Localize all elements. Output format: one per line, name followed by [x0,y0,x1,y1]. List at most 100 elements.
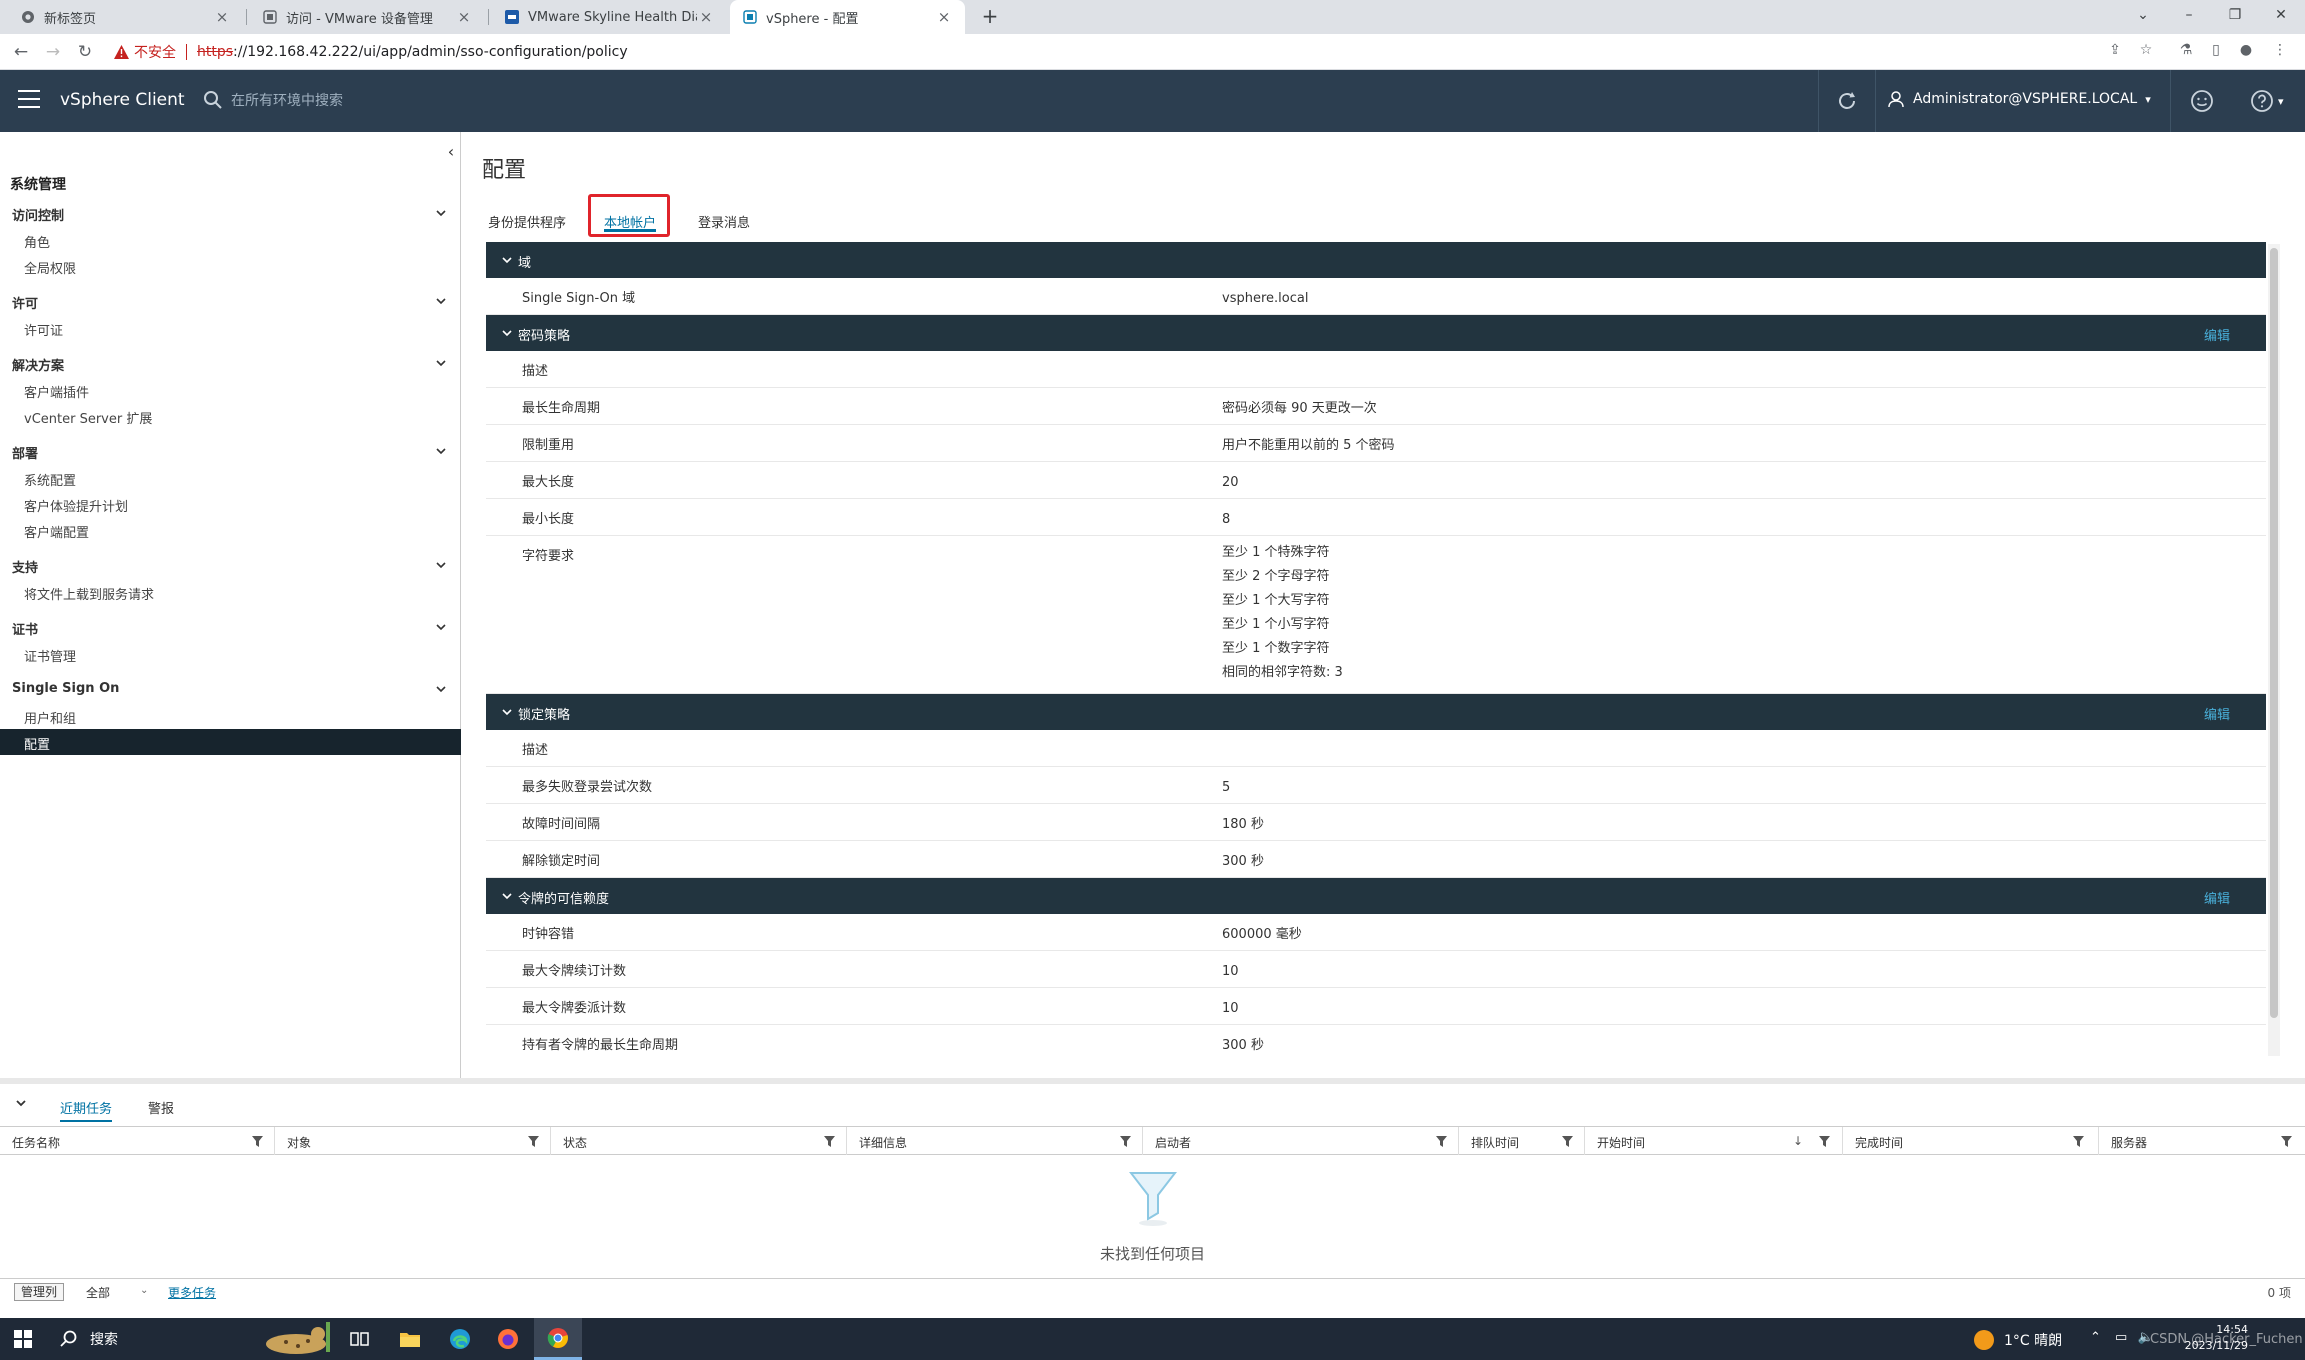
window-close-icon[interactable]: ✕ [2258,0,2304,30]
taskbar-search[interactable]: 搜索 [52,1318,334,1360]
browser-menu-icon[interactable]: ⋮ [2270,42,2290,62]
filter-icon[interactable] [2073,1136,2084,1147]
url-field[interactable]: 不安全 https ://192.168.42.222/ui/app/admin… [114,38,628,66]
sidebar-item-global-permissions[interactable]: 全局权限 [0,253,461,279]
sidebar-group-access-control[interactable]: 访问控制 [0,201,461,225]
weather-widget[interactable]: 1°C 晴朗 [1974,1330,2062,1350]
sidebar-item-ceip[interactable]: 客户体验提升计划 [0,491,461,517]
sidebar-item-licenses[interactable]: 许可证 [0,315,461,341]
chrome-taskbar-icon[interactable] [534,1318,582,1360]
column-header-object[interactable]: 对象 [275,1127,551,1155]
filter-icon[interactable] [1120,1136,1131,1147]
sidebar-group-sso[interactable]: Single Sign On [0,677,461,701]
restore-icon[interactable]: ❐ [2212,0,2258,30]
collapse-sidebar-icon[interactable]: ‹ [444,142,458,162]
column-header-task-name[interactable]: 任务名称 [0,1127,275,1155]
browser-tab[interactable]: VMware Skyline Health Diagnostics × [492,0,727,34]
sidebar-item-upload-file[interactable]: 将文件上载到服务请求 [0,579,461,605]
group-label: Single Sign On [12,681,120,696]
sidebar-group-solutions[interactable]: 解决方案 [0,351,461,375]
feedback-smiley-icon[interactable] [2190,89,2214,113]
filter-icon[interactable] [252,1136,263,1147]
filter-icon[interactable] [1436,1136,1447,1147]
task-view-icon[interactable] [336,1318,384,1360]
column-header-queued-time[interactable]: 排队时间 [1459,1127,1585,1155]
close-icon[interactable]: × [213,8,231,26]
side-panel-icon[interactable]: ▯ [2206,42,2226,62]
filter-icon[interactable] [1562,1136,1573,1147]
edit-password-policy-link[interactable]: 编辑 [2204,325,2230,344]
sidebar-item-cert-management[interactable]: 证书管理 [0,641,461,667]
global-search[interactable]: 在所有环境中搜索 [203,90,343,110]
sidebar-item-client-plugins[interactable]: 客户端插件 [0,377,461,403]
manage-columns-button[interactable]: 管理列 [14,1283,65,1301]
file-explorer-icon[interactable] [386,1318,434,1360]
sidebar-item-users-groups[interactable]: 用户和组 [0,703,461,729]
edit-lockout-policy-link[interactable]: 编辑 [2204,704,2230,723]
edit-token-trust-link[interactable]: 编辑 [2204,888,2230,907]
filter-icon[interactable] [528,1136,539,1147]
tab-identity-provider[interactable]: 身份提供程序 [488,202,566,236]
browser-tab[interactable]: 访问 - VMware 设备管理 × [250,0,485,34]
tab-alarms[interactable]: 警报 [148,1098,174,1117]
back-icon[interactable]: ← [10,41,32,63]
system-clock[interactable]: 14:54 2023/11/29 [2178,1322,2248,1354]
sidebar-item-system-config[interactable]: 系统配置 [0,465,461,491]
tab-recent-tasks[interactable]: 近期任务 [60,1098,113,1122]
close-icon[interactable]: × [455,8,473,26]
chevron-down-icon[interactable] [14,1096,28,1110]
firefox-icon[interactable] [484,1318,532,1360]
sidebar-item-client-config[interactable]: 客户端配置 [0,517,461,543]
section-header-lockout-policy[interactable]: 锁定策略 编辑 [486,694,2266,730]
filter-icon[interactable] [1819,1136,1830,1147]
sort-descending-icon[interactable]: ↓ [1793,1134,1803,1148]
tray-chevron-up-icon[interactable]: ⌃ [2090,1330,2101,1345]
profile-icon[interactable]: ● [2236,42,2256,62]
system-tray[interactable]: ⌃ ▭ 🔈 [2090,1330,2154,1345]
column-header-status[interactable]: 状态 [551,1127,847,1155]
browser-tab[interactable]: 新标签页 × [8,0,243,34]
bookmark-icon[interactable]: ☆ [2136,42,2156,62]
product-name[interactable]: vSphere Client [60,90,185,110]
filter-icon[interactable] [2281,1136,2292,1147]
minimize-icon[interactable]: – [2166,0,2212,30]
tab-search-icon[interactable]: ⌄ [2120,0,2166,30]
sidebar-group-deployment[interactable]: 部署 [0,439,461,463]
column-header-start-time[interactable]: 开始时间 ↓ [1585,1127,1843,1155]
sidebar-group-certificates[interactable]: 证书 [0,615,461,639]
close-icon[interactable]: × [697,8,715,26]
windows-start-icon[interactable] [14,1330,32,1348]
column-header-server[interactable]: 服务器 [2099,1127,2305,1155]
column-header-details[interactable]: 详细信息 [847,1127,1143,1155]
sidebar-item-vcenter-extensions[interactable]: vCenter Server 扩展 [0,403,461,429]
edge-browser-icon[interactable] [436,1318,484,1360]
network-icon[interactable]: ▭ [2115,1330,2127,1345]
task-filter-select[interactable]: 全部 [86,1284,110,1301]
help-menu[interactable]: ▾ [2250,89,2284,113]
reload-icon[interactable]: ↻ [74,41,96,63]
sidebar-item-roles[interactable]: 角色 [0,227,461,253]
column-header-initiator[interactable]: 启动者 [1143,1127,1459,1155]
scrollbar-thumb[interactable] [2270,248,2278,1018]
section-header-token-trust[interactable]: 令牌的可信赖度 编辑 [486,878,2266,914]
more-tasks-link[interactable]: 更多任务 [168,1284,216,1301]
new-tab-icon[interactable]: + [976,2,1004,30]
user-menu[interactable]: Administrator@VSPHERE.LOCAL ▾ [1887,90,2151,108]
extensions-icon[interactable]: ⚗ [2176,42,2196,62]
browser-tab-active[interactable]: vSphere - 配置 × [730,0,965,34]
tab-login-message[interactable]: 登录消息 [698,202,750,236]
refresh-icon[interactable] [1835,89,1859,113]
chevron-down-icon[interactable]: ⌄ [140,1285,148,1296]
column-header-completion-time[interactable]: 完成时间 [1843,1127,2099,1155]
share-icon[interactable]: ⇪ [2105,42,2125,62]
sidebar-group-support[interactable]: 支持 [0,553,461,577]
section-header-domain[interactable]: 域 [486,242,2266,278]
filter-icon[interactable] [824,1136,835,1147]
section-header-password-policy[interactable]: 密码策略 编辑 [486,315,2266,351]
forward-icon[interactable]: → [42,41,64,63]
sidebar-item-configuration[interactable]: 配置 [0,729,461,755]
close-icon[interactable]: × [935,8,953,26]
sidebar-group-licensing[interactable]: 许可 [0,289,461,313]
menu-icon[interactable] [18,90,40,110]
tasks-table: 任务名称 对象 状态 详细信息 启动者 排队时间 开始时间 ↓ 完成时间 服务器… [0,1126,2305,1278]
